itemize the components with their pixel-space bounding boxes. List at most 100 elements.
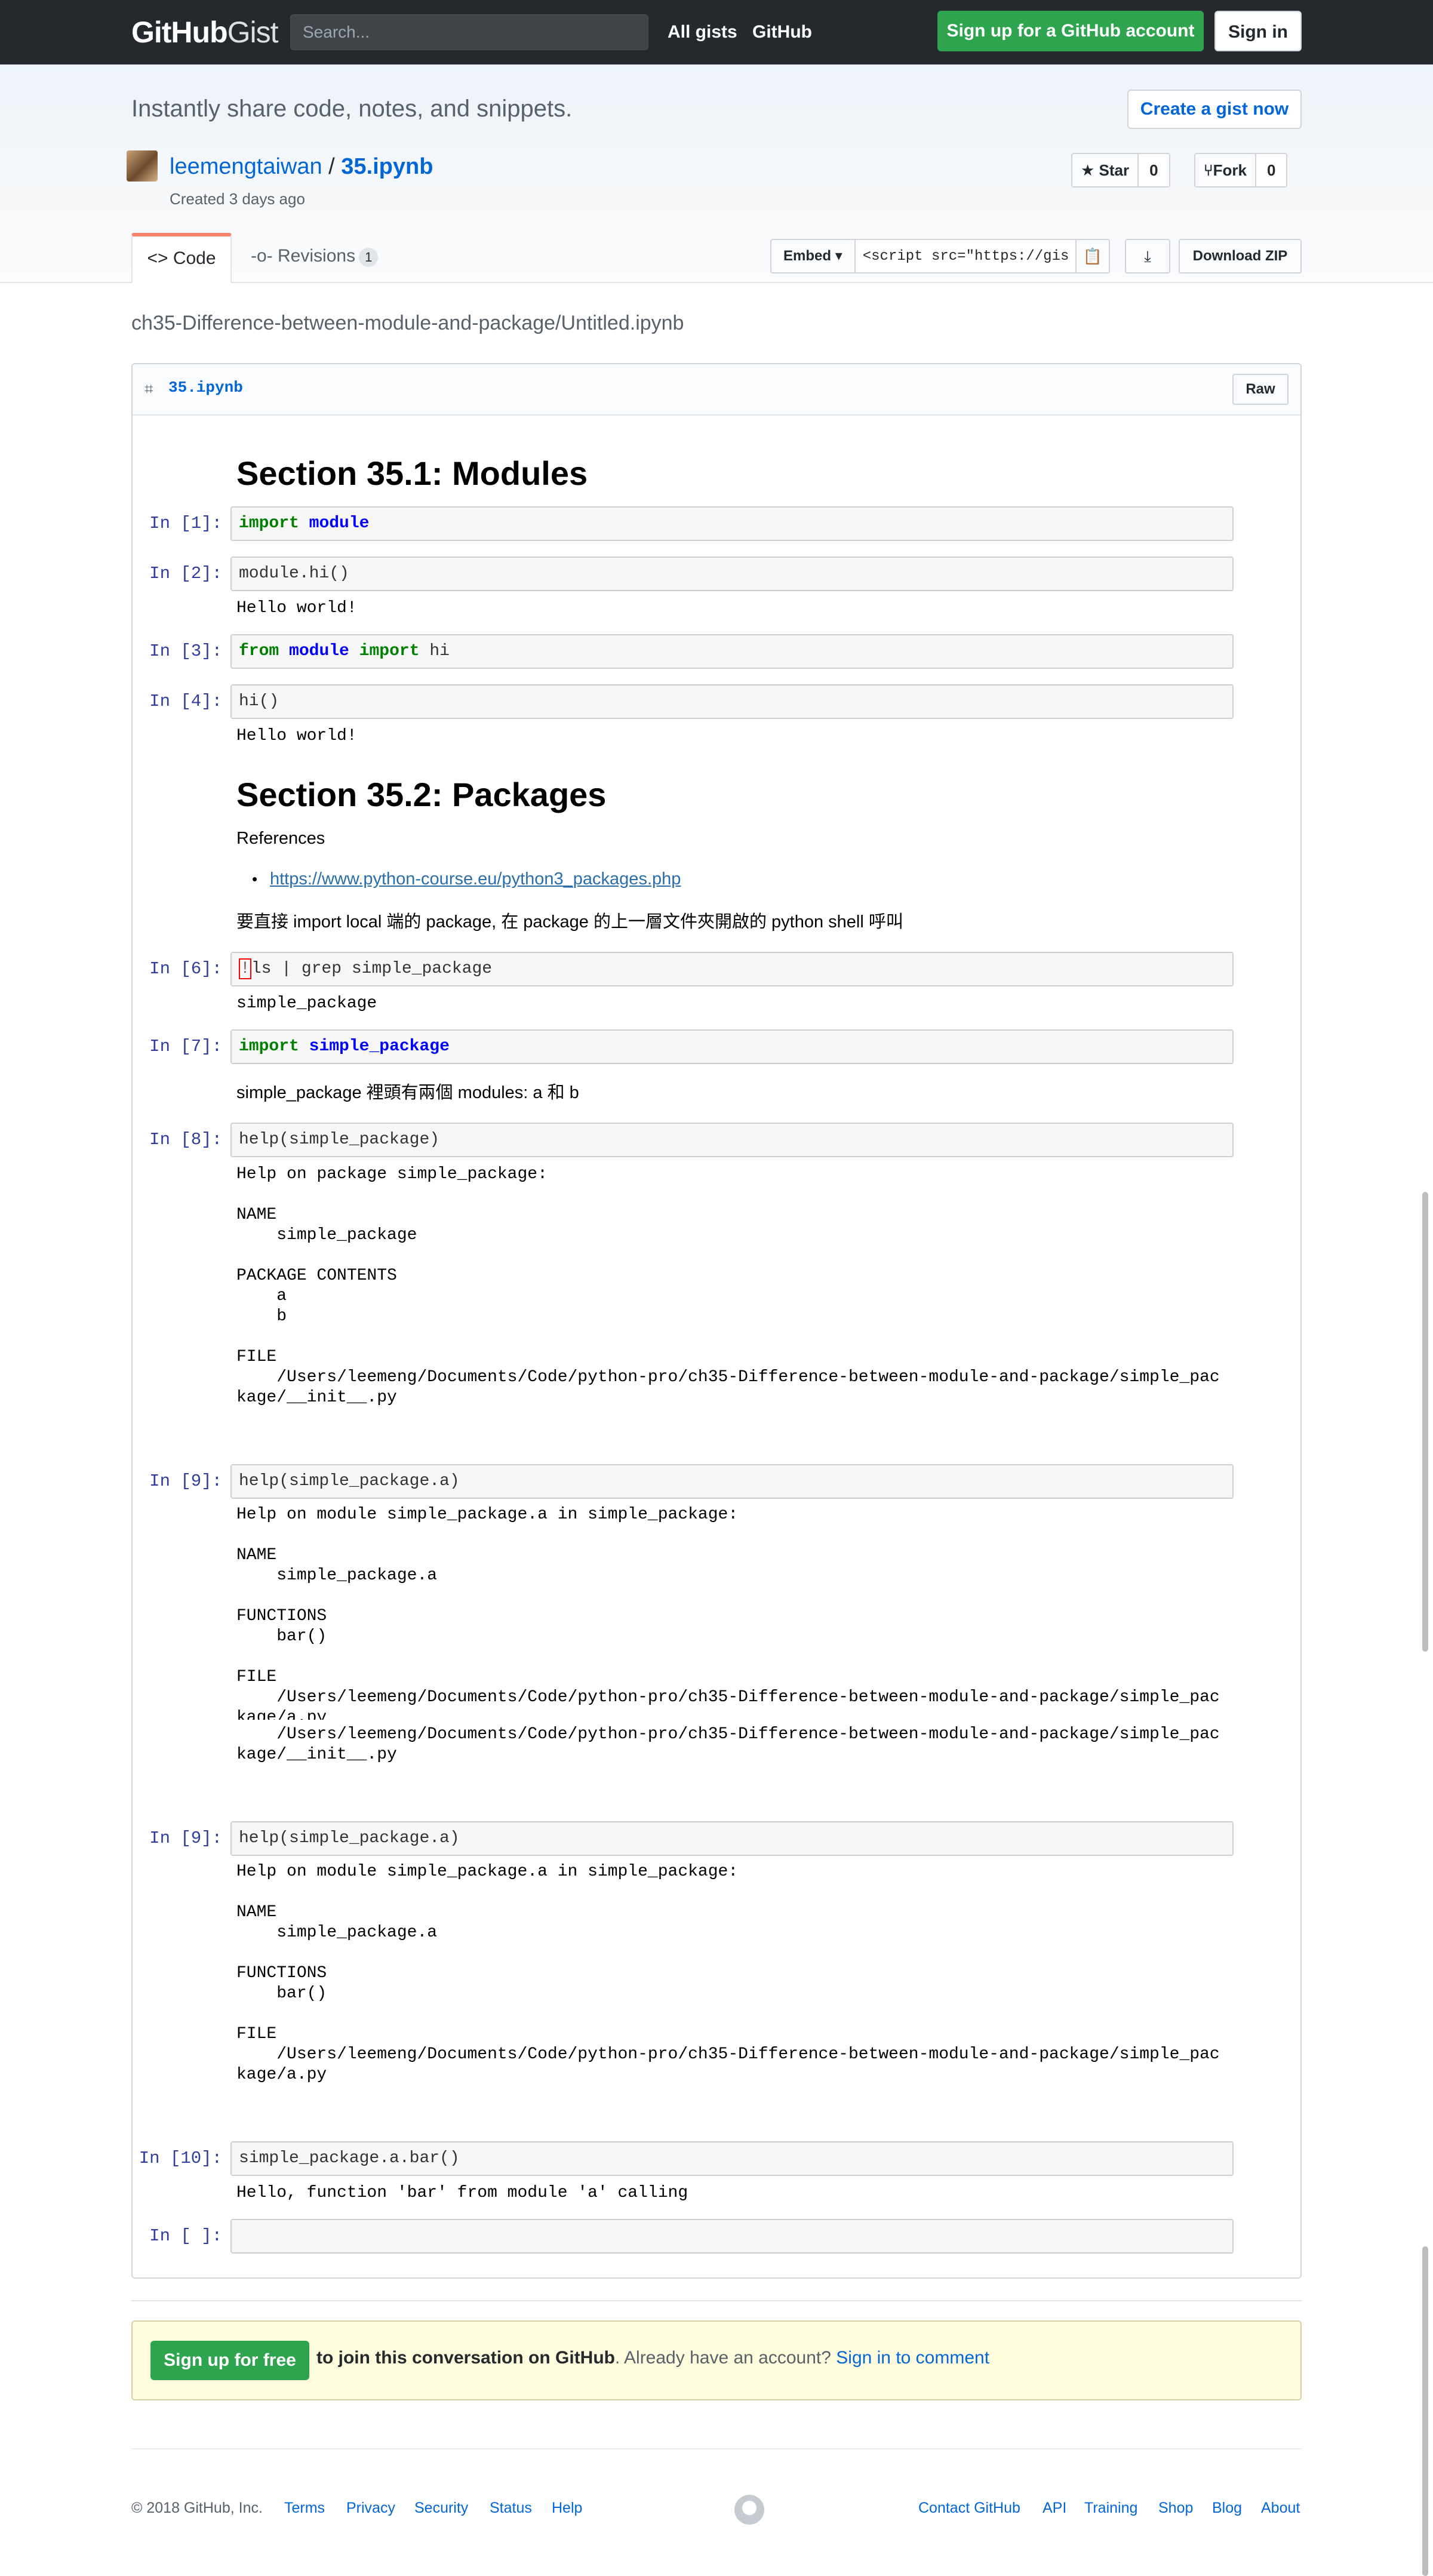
footer-link-training[interactable]: Training (1084, 2500, 1137, 2517)
github-mark-icon[interactable] (734, 2495, 764, 2525)
download-zip-button[interactable]: Download ZIP (1179, 239, 1302, 273)
search-input[interactable] (290, 14, 648, 50)
tab-code[interactable]: <> Code (131, 233, 232, 283)
copy-clipboard-button[interactable]: 📋 (1076, 239, 1110, 273)
avatar[interactable] (127, 150, 158, 182)
bullet-icon: • (252, 870, 258, 888)
reference-link[interactable]: https://www.python-course.eu/python3_pac… (270, 869, 681, 889)
embed-dropdown-button[interactable]: Embed ▾ (770, 239, 856, 273)
tab-revisions[interactable]: -o- Revisions 1 (251, 246, 379, 267)
revisions-count-badge: 1 (359, 248, 379, 267)
footer-link-security[interactable]: Security (414, 2500, 468, 2517)
code-cell[interactable]: import module (230, 506, 1234, 541)
fork-icon: ⑂ (1204, 161, 1213, 179)
cell-output-overlap: /Users/leemeng/Documents/Code/python-pro… (236, 1724, 1220, 1765)
signup-button[interactable]: Sign up for a GitHub account (937, 11, 1204, 51)
footer-link-blog[interactable]: Blog (1212, 2500, 1242, 2517)
top-navbar: GitHubGist All gists GitHub Sign up for … (0, 0, 1433, 64)
logo-text: GitHub (131, 16, 228, 49)
cell-output: Help on package simple_package: NAME sim… (236, 1165, 1220, 1407)
signup-prompt-middle: . Already have an account? (615, 2348, 831, 2368)
cell-prompt: In [2]: (149, 564, 222, 583)
reference-link-item: https://www.python-course.eu/python3_pac… (270, 867, 681, 891)
embed-label: Embed (783, 248, 832, 264)
star-button[interactable]: ★ Star 0 (1071, 153, 1170, 187)
signup-prompt-strong: to join this conversation on GitHub (316, 2348, 615, 2368)
fork-label: Fork (1213, 161, 1247, 179)
footer-link-shop[interactable]: Shop (1158, 2500, 1193, 2517)
star-count: 0 (1139, 154, 1169, 186)
cell-prompt: In [ ]: (149, 2226, 222, 2246)
scrollbar-thumb[interactable] (1422, 1192, 1428, 1652)
create-gist-button[interactable]: Create a gist now (1127, 90, 1302, 129)
cell-prompt: In [8]: (149, 1130, 222, 1149)
cell-prompt: In [3]: (149, 641, 222, 661)
footer-link-about[interactable]: About (1261, 2500, 1300, 2517)
download-icon: ⤓ (1144, 247, 1151, 265)
cell-prompt: In [4]: (149, 691, 222, 711)
nav-all-gists[interactable]: All gists (668, 20, 737, 44)
keyword: import (239, 1037, 299, 1056)
cell-prompt: In [6]: (149, 959, 222, 979)
signup-free-button[interactable]: Sign up for free (150, 2341, 309, 2380)
code-cell[interactable]: hi() (230, 684, 1234, 719)
cell-output: Hello world! (236, 727, 357, 745)
footer-link-privacy[interactable]: Privacy (346, 2500, 395, 2517)
module-name: module (309, 514, 370, 533)
file-name-link[interactable]: 35.ipynb (168, 379, 243, 396)
footer-link-status[interactable]: Status (490, 2500, 532, 2517)
footer-divider (131, 2448, 1302, 2449)
cell-prompt: In [1]: (149, 514, 222, 533)
signin-to-comment-link[interactable]: Sign in to comment (836, 2348, 989, 2368)
tab-revisions-label: Revisions (278, 246, 356, 266)
cell-output: Help on module simple_package.a in simpl… (236, 1505, 1220, 1720)
gist-title: leemengtaiwan / 35.ipynb (170, 152, 433, 182)
code-cell[interactable]: help(simple_package.a) (230, 1821, 1234, 1856)
created-timestamp: Created 3 days ago (170, 190, 305, 208)
cell-prompt: In [9]: (149, 1828, 222, 1848)
code-cell[interactable]: from module import hi (230, 634, 1234, 669)
keyword: import (359, 642, 420, 660)
gist-name-link[interactable]: 35.ipynb (341, 154, 433, 179)
divider (131, 2300, 1302, 2301)
cell-output: Help on module simple_package.a in simpl… (236, 1862, 1220, 2084)
cell-prompt: In [10]: (139, 2148, 222, 2168)
nav-github[interactable]: GitHub (752, 20, 812, 44)
file-header: ⌗ 35.ipynb Raw (133, 364, 1300, 416)
footer-link-help[interactable]: Help (552, 2500, 582, 2517)
logo-gist-text: Gist (227, 16, 279, 49)
open-desktop-button[interactable]: ⤓ (1125, 239, 1170, 273)
signup-prompt: Sign up for free to join this conversati… (131, 2320, 1302, 2400)
github-gist-logo[interactable]: GitHubGist (131, 14, 279, 50)
raw-button[interactable]: Raw (1232, 374, 1289, 405)
cell-output: simple_package (236, 994, 377, 1013)
code-cell[interactable]: simple_package.a.bar() (230, 2141, 1234, 2176)
code-cell[interactable]: module.hi() (230, 557, 1234, 591)
embed-url-input[interactable] (855, 239, 1077, 273)
fork-count: 0 (1256, 154, 1287, 186)
code-cell[interactable]: help(simple_package) (230, 1123, 1234, 1157)
code-cell[interactable]: import simple_package (230, 1029, 1234, 1064)
markdown-note-zh: 要直接 import local 端的 package, 在 package 的… (236, 912, 903, 932)
code-cell[interactable]: !ls | grep simple_package (230, 952, 1234, 986)
scrollbar-thumb-secondary[interactable] (1422, 2246, 1428, 2576)
shell-command: ls | grep simple_package (251, 960, 493, 978)
cell-prompt: In [7]: (149, 1037, 222, 1056)
owner-link[interactable]: leemengtaiwan (170, 154, 322, 179)
star-label: Star (1099, 161, 1130, 179)
code-cell[interactable]: help(simple_package.a) (230, 1464, 1234, 1499)
title-separator: / (328, 154, 335, 179)
footer-link-terms[interactable]: Terms (284, 2500, 325, 2517)
signup-prompt-text: to join this conversation on GitHub. Alr… (316, 2348, 989, 2368)
tab-code-label: Code (173, 248, 216, 268)
footer-link-contact[interactable]: Contact GitHub (918, 2500, 1020, 2517)
star-icon: ★ (1081, 161, 1095, 179)
footer-copyright: © 2018 GitHub, Inc. (131, 2500, 263, 2516)
section-heading-modules: Section 35.1: Modules (236, 454, 588, 492)
embed-group: Embed ▾ 📋 (770, 239, 1110, 273)
empty-code-cell[interactable] (230, 2219, 1234, 2254)
markdown-note-pkg: simple_package 裡頭有兩個 modules: a 和 b (236, 1083, 579, 1102)
footer-link-api[interactable]: API (1043, 2500, 1066, 2517)
fork-button[interactable]: ⑂Fork 0 (1194, 153, 1288, 187)
signin-button[interactable]: Sign in (1214, 11, 1302, 51)
